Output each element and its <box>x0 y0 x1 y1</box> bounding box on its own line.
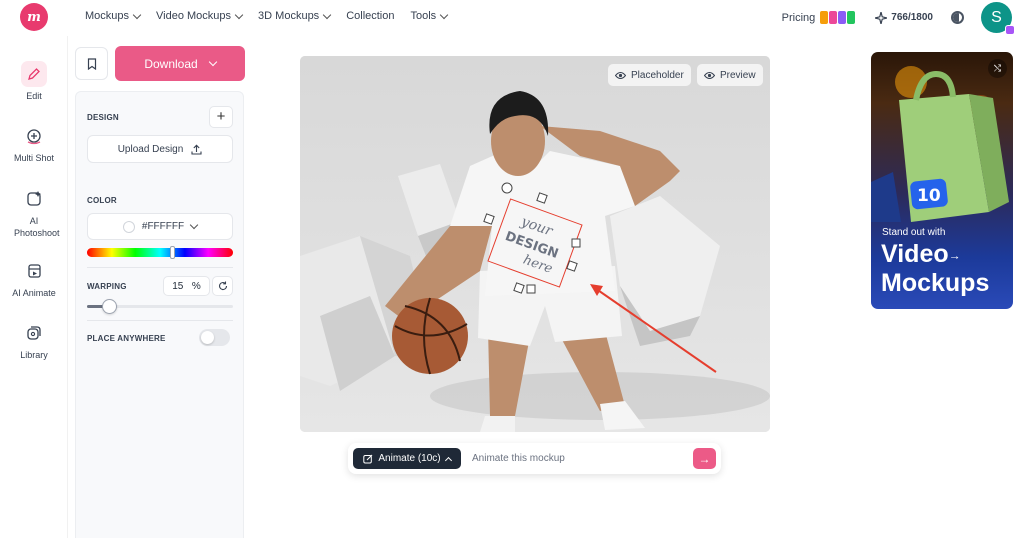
arrow-right-icon: → <box>698 451 711 466</box>
promo-ad[interactable]: 10 ⤭ Stand out with Video→ Mockups <box>871 52 1013 309</box>
divider <box>87 320 233 321</box>
placeholder-button[interactable]: Placeholder <box>608 64 691 86</box>
nav-video-mockups[interactable]: Video Mockups <box>156 10 244 22</box>
download-button[interactable]: Download <box>115 46 245 81</box>
main-nav: Mockups Video Mockups 3D Mockups Collect… <box>85 10 449 22</box>
send-button[interactable]: → <box>693 448 716 469</box>
mockup-canvas[interactable]: your DESIGN here <box>300 56 770 432</box>
color-section-label: COLOR <box>87 196 117 205</box>
chevron-down-icon <box>208 57 217 67</box>
reset-icon <box>218 281 227 291</box>
ai-animate-icon <box>21 258 47 284</box>
top-bar: m Mockups Video Mockups 3D Mockups Colle… <box>0 0 1024 36</box>
sidebar-item-edit[interactable]: Edit <box>0 61 68 101</box>
nav-tools[interactable]: Tools <box>411 10 449 22</box>
plan-badge <box>847 11 856 24</box>
sidebar-item-multi-shot[interactable]: Multi Shot <box>0 123 68 163</box>
multi-shot-icon <box>21 123 47 149</box>
avatar[interactable]: S <box>981 2 1015 35</box>
close-icon[interactable]: ⤭ <box>988 59 1007 78</box>
plan-badge <box>838 11 847 24</box>
design-panel: DESIGN + Upload Design COLOR #FFFFFF WAR… <box>75 91 244 538</box>
arrow-right-icon: → <box>948 248 961 263</box>
animate-button[interactable]: Animate (10c) <box>353 448 461 469</box>
warping-reset-button[interactable] <box>212 276 233 296</box>
place-anywhere-toggle[interactable] <box>199 329 230 346</box>
warping-slider[interactable] <box>87 299 233 314</box>
toggle-knob <box>201 331 214 344</box>
mockup-photo: your DESIGN here <box>300 56 770 432</box>
promo-bag-image: 10 <box>871 66 1009 222</box>
chevron-down-icon <box>132 10 142 19</box>
warping-input[interactable]: 15 % <box>163 276 210 296</box>
library-icon <box>21 320 47 346</box>
logo[interactable]: m <box>20 3 48 31</box>
hue-slider[interactable] <box>87 246 233 259</box>
animate-prompt-input[interactable] <box>468 448 690 469</box>
chevron-up-icon <box>444 456 452 464</box>
account-nav: Pricing 766/1800 S <box>782 2 1015 35</box>
nav-3d-mockups[interactable]: 3D Mockups <box>258 10 332 22</box>
left-sidebar: Edit Multi Shot AI Photoshoot AI Animate… <box>0 36 68 538</box>
preview-button[interactable]: Preview <box>697 64 763 86</box>
eye-icon <box>704 71 715 79</box>
warping-slider-handle[interactable] <box>102 299 117 314</box>
bookmark-button[interactable] <box>75 47 108 80</box>
place-anywhere-label: PLACE ANYWHERE <box>87 334 166 343</box>
nav-mockups[interactable]: Mockups <box>85 10 142 22</box>
chevron-down-icon <box>234 10 244 19</box>
promo-subtitle: Stand out with <box>882 227 946 238</box>
warping-label: WARPING <box>87 282 127 291</box>
theme-toggle-icon[interactable] <box>951 11 964 24</box>
promo-title: Video→ Mockups <box>881 240 990 298</box>
animate-edit-icon <box>363 454 373 463</box>
sparkle-icon <box>875 11 888 24</box>
animate-bar: Animate (10c) → <box>348 443 721 474</box>
sidebar-item-library[interactable]: Library <box>0 320 68 360</box>
color-select[interactable]: #FFFFFF <box>87 213 233 240</box>
plan-badge <box>820 11 829 24</box>
plan-badge <box>829 11 838 24</box>
bookmark-icon <box>87 57 96 70</box>
hue-slider-handle[interactable] <box>170 246 175 259</box>
avatar-status-badge <box>1005 25 1015 35</box>
chevron-down-icon <box>439 10 449 19</box>
edit-icon <box>21 61 47 87</box>
nav-collection[interactable]: Collection <box>346 10 394 22</box>
ai-photoshoot-icon <box>21 185 47 211</box>
promo-badge-text: 10 <box>917 186 941 206</box>
sidebar-item-ai-animate[interactable]: AI Animate <box>0 258 68 298</box>
pricing-link[interactable]: Pricing <box>782 11 856 24</box>
divider <box>87 267 233 268</box>
eye-icon <box>615 71 626 79</box>
upload-design-button[interactable]: Upload Design <box>87 135 233 163</box>
design-section-label: DESIGN <box>87 113 119 122</box>
plan-badges <box>820 11 856 24</box>
chevron-down-icon <box>322 10 332 19</box>
add-design-button[interactable]: + <box>209 106 233 128</box>
sidebar-item-ai-photoshoot[interactable]: AI Photoshoot <box>0 185 68 239</box>
chevron-down-icon <box>189 220 199 230</box>
color-swatch <box>122 220 135 233</box>
credits-counter[interactable]: 766/1800 <box>875 11 933 24</box>
upload-icon <box>191 144 202 155</box>
